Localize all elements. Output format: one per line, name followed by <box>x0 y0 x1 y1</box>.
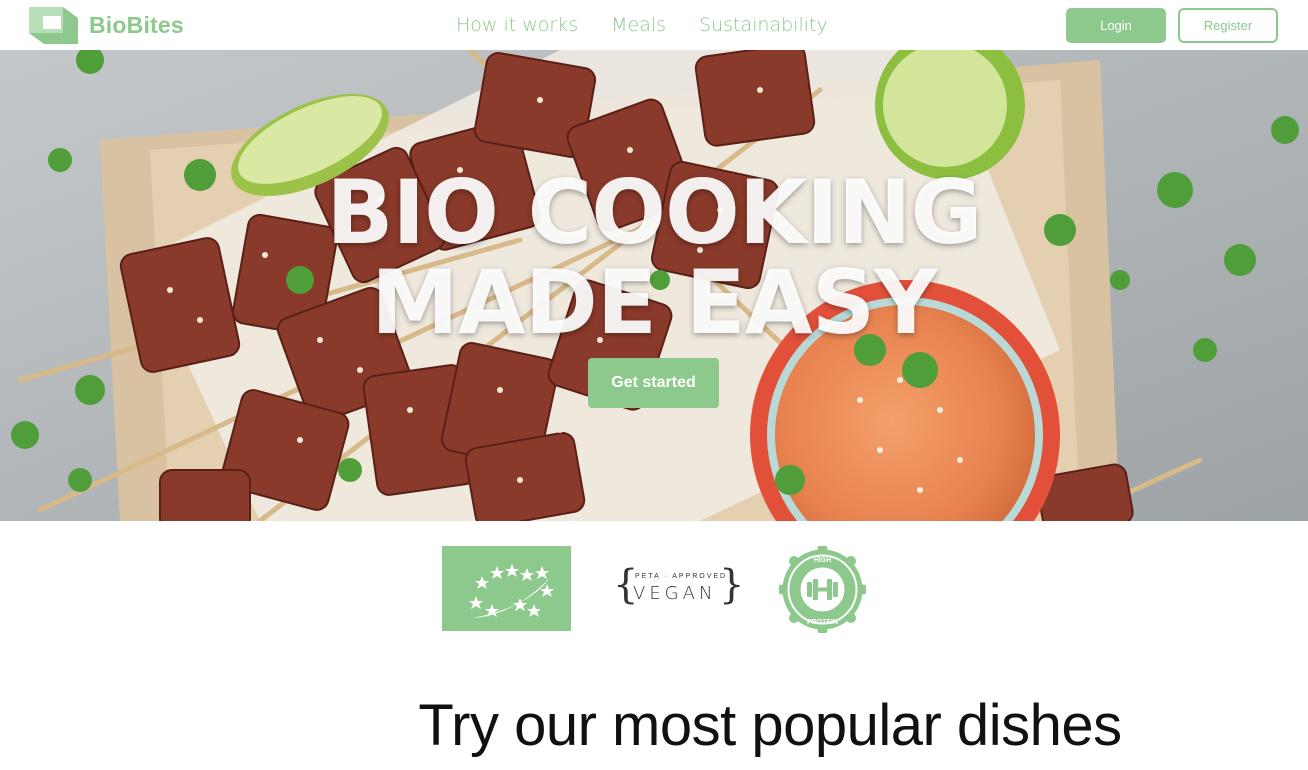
protein-badge-top-text: HIGH <box>814 557 832 564</box>
brand-name: BioBites <box>89 12 184 38</box>
brand-logo[interactable]: BioBites <box>29 7 184 44</box>
get-started-button[interactable]: Get started <box>588 358 719 408</box>
site-header: BioBites How it works Meals Sustainabili… <box>0 0 1308 50</box>
right-brace-icon: } <box>719 562 745 608</box>
nav-how-it-works[interactable]: How it works <box>456 14 578 36</box>
login-button[interactable]: Login <box>1066 8 1166 43</box>
hero-title: BIO COOKING MADE EASY <box>0 168 1308 348</box>
vegan-badge-label: VEGAN <box>633 583 717 604</box>
register-button[interactable]: Register <box>1178 8 1278 43</box>
hero-title-line-1: BIO COOKING <box>326 161 982 264</box>
nav-meals[interactable]: Meals <box>611 14 666 36</box>
peta-vegan-badge: { PETA · APPROVED VEGAN } <box>613 563 744 613</box>
main-nav: How it works Meals Sustainability <box>456 14 861 36</box>
certification-badges: { PETA · APPROVED VEGAN } HIGH PROTEIN <box>0 521 1308 651</box>
vegan-badge-subtitle: PETA · APPROVED <box>635 573 728 580</box>
dumbbell-seal-icon: HIGH PROTEIN <box>777 544 868 635</box>
eu-organic-leaf-icon <box>469 564 554 618</box>
eu-organic-badge <box>442 546 571 631</box>
logo-icon <box>29 7 78 44</box>
nav-sustainability[interactable]: Sustainability <box>699 14 828 36</box>
popular-dishes-heading: Try our most popular dishes <box>418 693 1122 758</box>
protein-badge-bottom-text: PROTEIN <box>807 619 838 626</box>
hero-banner: BIO COOKING MADE EASY Get started <box>0 50 1308 521</box>
high-protein-badge: HIGH PROTEIN <box>777 544 868 635</box>
hero-title-line-2: MADE EASY <box>371 251 938 354</box>
